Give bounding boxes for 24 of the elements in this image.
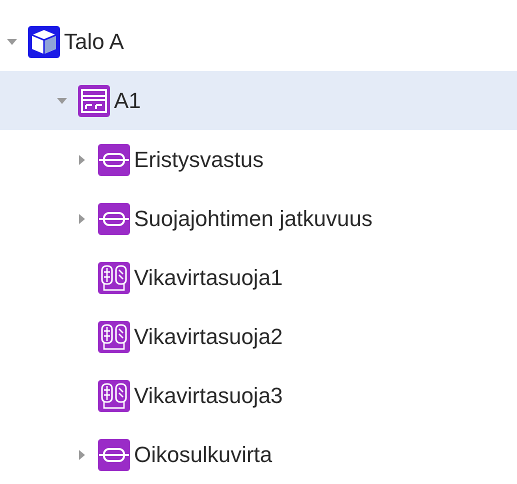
tree-item[interactable]: Oikosulkuvirta <box>0 425 517 484</box>
tree-item[interactable]: Talo A <box>0 12 517 71</box>
fuse-icon <box>98 144 130 176</box>
fuse-icon <box>98 202 130 234</box>
tree-item[interactable]: Vikavirtasuoja1 <box>0 248 517 307</box>
item-label: Vikavirtasuoja3 <box>134 382 283 408</box>
panel-icon <box>78 84 110 116</box>
breaker-icon <box>98 262 130 294</box>
item-label: Vikavirtasuoja1 <box>134 264 283 290</box>
item-label: Suojajohtimen jatkuvuus <box>134 206 372 232</box>
tree-item[interactable]: Vikavirtasuoja3 <box>0 366 517 425</box>
item-label: Oikosulkuvirta <box>134 442 272 468</box>
item-label: Talo A <box>64 28 124 54</box>
tree-item[interactable]: Eristysvastus <box>0 130 517 189</box>
tree-item[interactable]: A1 <box>0 71 517 130</box>
item-label: Vikavirtasuoja2 <box>134 324 283 350</box>
item-label: A1 <box>114 88 141 114</box>
item-label: Eristysvastus <box>134 146 264 172</box>
tree-item[interactable]: Vikavirtasuoja2 <box>0 307 517 366</box>
cube-icon <box>28 26 60 58</box>
tree-item[interactable]: Suojajohtimen jatkuvuus <box>0 189 517 248</box>
breaker-icon <box>98 380 130 412</box>
breaker-icon <box>98 320 130 352</box>
fuse-icon <box>98 438 130 470</box>
